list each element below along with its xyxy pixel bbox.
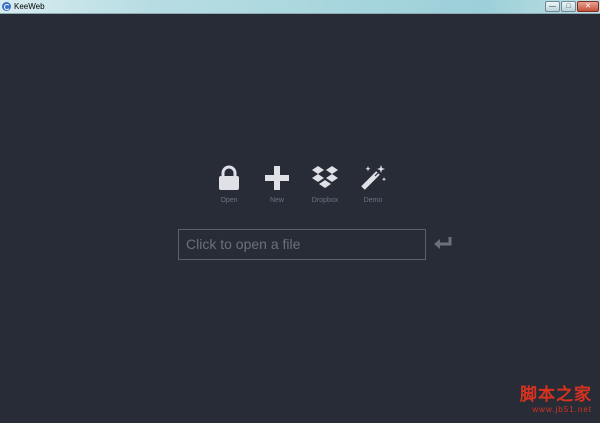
window-controls: — □ ✕ (545, 1, 599, 12)
magic-wand-icon (358, 162, 388, 194)
open-actions: Open New Dropbox Demo (205, 162, 397, 205)
watermark-url: www.jb51.net (532, 405, 592, 414)
demo-label: Demo (363, 197, 383, 204)
close-button[interactable]: ✕ (577, 1, 599, 12)
open-label: Open (220, 197, 238, 204)
site-watermark: 脚本之家 www.jb51.net (520, 385, 592, 415)
title-bar[interactable]: KeeWeb — □ ✕ (0, 0, 600, 14)
dropbox-label: Dropbox (311, 197, 339, 204)
dropbox-icon (310, 162, 340, 194)
demo-button[interactable]: Demo (349, 162, 397, 205)
new-button[interactable]: New (253, 162, 301, 205)
new-label: New (269, 197, 284, 204)
window-title: KeeWeb (14, 2, 45, 11)
watermark-title: 脚本之家 (520, 385, 592, 405)
dropbox-button[interactable]: Dropbox (301, 162, 349, 205)
minimize-button[interactable]: — (545, 1, 560, 12)
plus-icon (262, 162, 292, 194)
app-window: KeeWeb — □ ✕ Open New Dropbox Demo Click… (0, 0, 600, 423)
open-file-input[interactable]: Click to open a file (178, 229, 426, 260)
lock-icon (214, 162, 244, 194)
open-button[interactable]: Open (205, 162, 253, 205)
keeweb-app-icon (2, 2, 11, 11)
maximize-button[interactable]: □ (561, 1, 576, 12)
enter-return-icon[interactable] (433, 236, 453, 250)
